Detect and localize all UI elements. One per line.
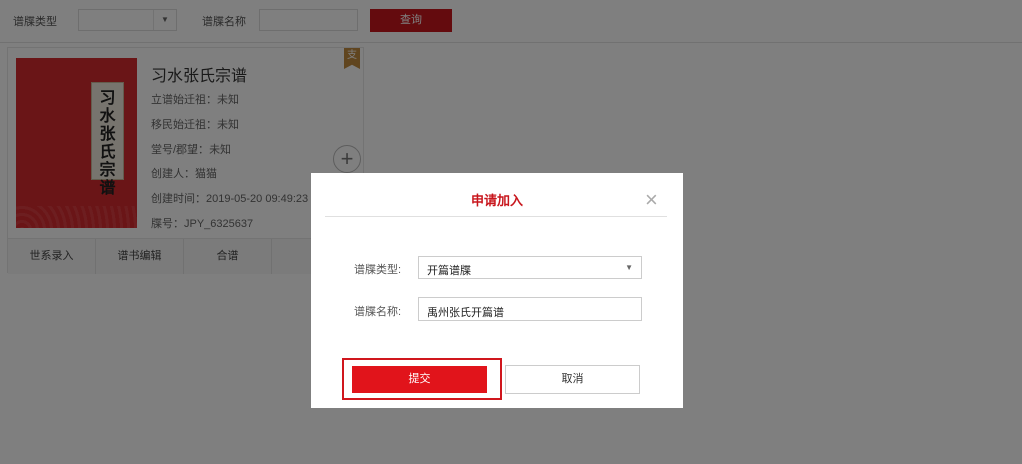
dialog-title: 申请加入: [470, 193, 523, 208]
cancel-button[interactable]: 取消: [505, 365, 640, 394]
type-select[interactable]: 开篇谱牒 ▼: [418, 256, 642, 279]
type-select-value: 开篇谱牒: [427, 265, 471, 277]
divider: [325, 216, 667, 217]
chevron-down-icon: ▼: [625, 263, 633, 272]
close-icon[interactable]: ×: [645, 189, 658, 211]
submit-button[interactable]: 提交: [352, 366, 487, 393]
name-input[interactable]: 禹州张氏开篇谱: [418, 297, 642, 321]
name-field-label: 谱牒名称:: [354, 306, 402, 318]
join-dialog: 申请加入 × 谱牒类型: 开篇谱牒 ▼ 谱牒名称: 禹州张氏开篇谱 提交 取消: [311, 173, 683, 408]
name-input-value: 禹州张氏开篇谱: [427, 307, 504, 319]
type-field-label: 谱牒类型:: [354, 264, 402, 276]
